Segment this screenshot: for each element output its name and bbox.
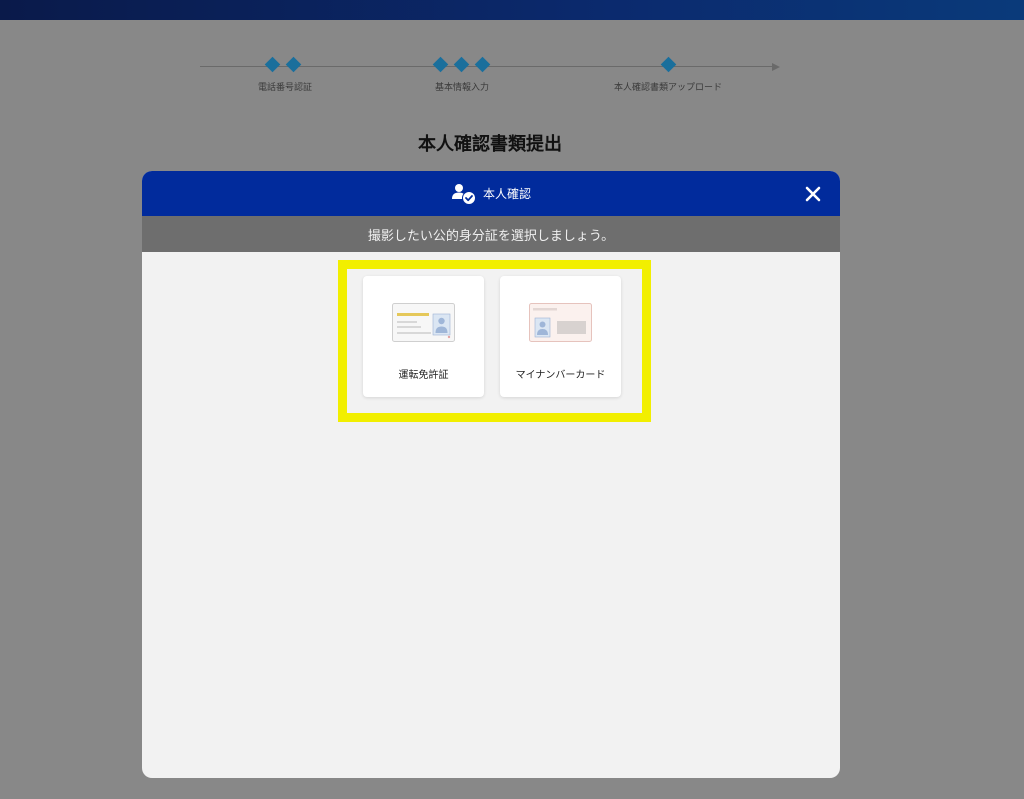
id-verification-modal: 本人確認 撮影したい公的身分証を選択しましょう。 運転免許証 マイナンバーカード (142, 171, 840, 778)
modal-title: 本人確認 (482, 187, 531, 201)
close-icon[interactable] (804, 185, 822, 203)
step-label: 基本情報入力 (434, 83, 490, 93)
option-label: 運転免許証 (398, 370, 449, 381)
modal-instruction: 撮影したい公的身分証を選択しましょう。 (142, 216, 840, 252)
my-number-card-icon (529, 303, 592, 342)
id-options-group: 運転免許証 マイナンバーカード (338, 260, 651, 422)
modal-header: 本人確認 (142, 171, 840, 216)
page-title: 本人確認書類提出 (418, 134, 562, 155)
top-bar (0, 0, 1024, 20)
user-check-icon (451, 183, 475, 204)
step-marker (660, 56, 677, 73)
diamond-icon (432, 56, 449, 73)
step-label: 本人確認書類アップロード (613, 83, 723, 93)
diamond-icon (660, 56, 677, 73)
drivers-license-option[interactable]: 運転免許証 (363, 276, 484, 397)
step-label: 電話番号認証 (257, 83, 313, 93)
step-marker (432, 56, 491, 73)
my-number-card-option[interactable]: マイナンバーカード (500, 276, 621, 397)
diamond-icon (474, 56, 491, 73)
step-marker (264, 56, 302, 73)
diamond-icon (285, 56, 302, 73)
progress-stepper: 電話番号認証 基本情報入力 本人確認書類アップロード (200, 56, 780, 96)
option-label: マイナンバーカード (515, 370, 606, 381)
drivers-license-icon (392, 303, 455, 342)
diamond-icon (453, 56, 470, 73)
stepper-arrow-icon (772, 63, 780, 71)
diamond-icon (264, 56, 281, 73)
